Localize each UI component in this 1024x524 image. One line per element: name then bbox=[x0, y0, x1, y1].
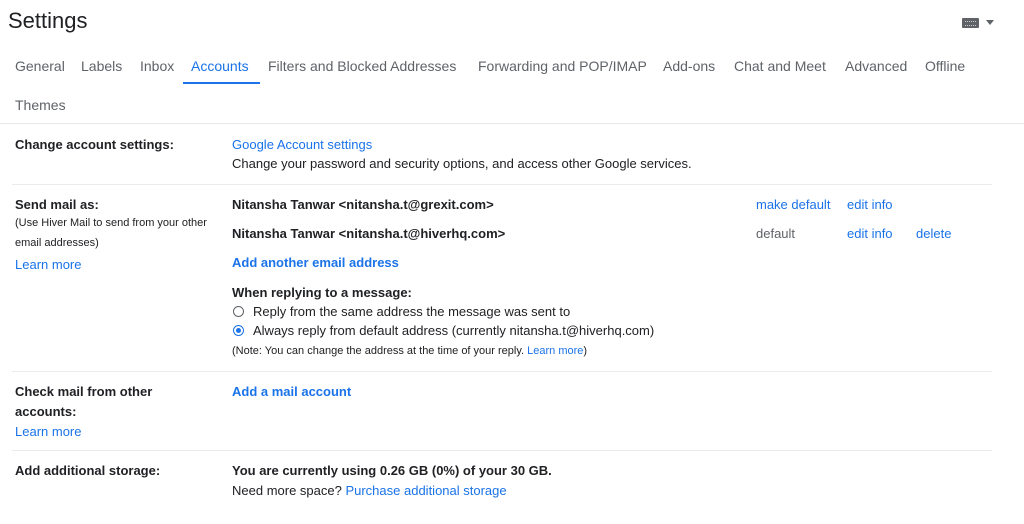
send-as-address-1: Nitansha Tanwar <nitansha.t@grexit.com> bbox=[232, 197, 494, 212]
send-mail-as-sublabel-1: (Use Hiver Mail to send from your other bbox=[15, 217, 207, 229]
send-mail-as-label: Send mail as: bbox=[15, 197, 99, 212]
change-account-description: Change your password and security option… bbox=[232, 156, 692, 171]
reply-note: (Note: You can change the address at the… bbox=[232, 345, 587, 357]
tab-offline[interactable]: Offline bbox=[925, 58, 965, 74]
tab-themes[interactable]: Themes bbox=[15, 97, 66, 113]
reply-heading: When replying to a message: bbox=[232, 285, 412, 300]
tab-general[interactable]: General bbox=[15, 58, 65, 74]
add-mail-account-link[interactable]: Add a mail account bbox=[232, 384, 351, 399]
google-account-settings-link[interactable]: Google Account settings bbox=[232, 137, 372, 152]
tab-accounts[interactable]: Accounts bbox=[191, 58, 249, 74]
add-another-email-link[interactable]: Add another email address bbox=[232, 255, 399, 270]
storage-usage: You are currently using 0.26 GB (0%) of … bbox=[232, 463, 552, 478]
tab-advanced[interactable]: Advanced bbox=[845, 58, 907, 74]
reply-note-text: (Note: You can change the address at the… bbox=[232, 345, 528, 357]
send-as-address-2: Nitansha Tanwar <nitansha.t@hiverhq.com> bbox=[232, 226, 506, 241]
reply-same-address-label[interactable]: Reply from the same address the message … bbox=[253, 304, 570, 319]
reply-note-close: ) bbox=[583, 345, 588, 357]
header-divider bbox=[0, 123, 1024, 124]
tab-add-ons[interactable]: Add-ons bbox=[663, 58, 715, 74]
tab-labels[interactable]: Labels bbox=[81, 58, 122, 74]
tab-chat-and-meet[interactable]: Chat and Meet bbox=[734, 58, 826, 74]
check-mail-label-2: accounts: bbox=[15, 404, 77, 419]
row-divider bbox=[12, 371, 992, 372]
keyboard-icon[interactable] bbox=[962, 18, 979, 28]
tab-inbox[interactable]: Inbox bbox=[140, 58, 174, 74]
make-default-link[interactable]: make default bbox=[756, 197, 830, 212]
send-mail-as-learn-more-link[interactable]: Learn more bbox=[15, 257, 81, 272]
tab-forwarding[interactable]: Forwarding and POP/IMAP bbox=[478, 58, 647, 74]
reply-note-learn-more-link[interactable]: Learn more bbox=[527, 345, 583, 357]
default-status: default bbox=[756, 226, 796, 241]
tab-filters[interactable]: Filters and Blocked Addresses bbox=[268, 58, 456, 74]
edit-info-link-1[interactable]: edit info bbox=[847, 197, 893, 212]
delete-address-link[interactable]: delete bbox=[916, 226, 951, 241]
caret-down-icon[interactable] bbox=[986, 20, 994, 25]
active-tab-indicator bbox=[183, 82, 260, 84]
send-mail-as-sublabel-2: email addresses) bbox=[15, 237, 99, 249]
need-more-text: Need more space? bbox=[232, 483, 346, 498]
change-account-label: Change account settings: bbox=[15, 137, 174, 152]
check-mail-label-1: Check mail from other bbox=[15, 384, 153, 399]
row-divider bbox=[12, 450, 992, 451]
storage-need-more: Need more space? Purchase additional sto… bbox=[232, 483, 507, 498]
edit-info-link-2[interactable]: edit info bbox=[847, 226, 893, 241]
purchase-storage-link[interactable]: Purchase additional storage bbox=[345, 483, 506, 498]
page-title: Settings bbox=[8, 8, 88, 33]
check-mail-learn-more-link[interactable]: Learn more bbox=[15, 424, 81, 439]
reply-default-address-radio[interactable] bbox=[233, 325, 244, 336]
row-divider bbox=[12, 184, 992, 185]
storage-label: Add additional storage: bbox=[15, 463, 161, 478]
reply-same-address-radio[interactable] bbox=[233, 306, 244, 317]
reply-default-address-label[interactable]: Always reply from default address (curre… bbox=[253, 323, 654, 338]
